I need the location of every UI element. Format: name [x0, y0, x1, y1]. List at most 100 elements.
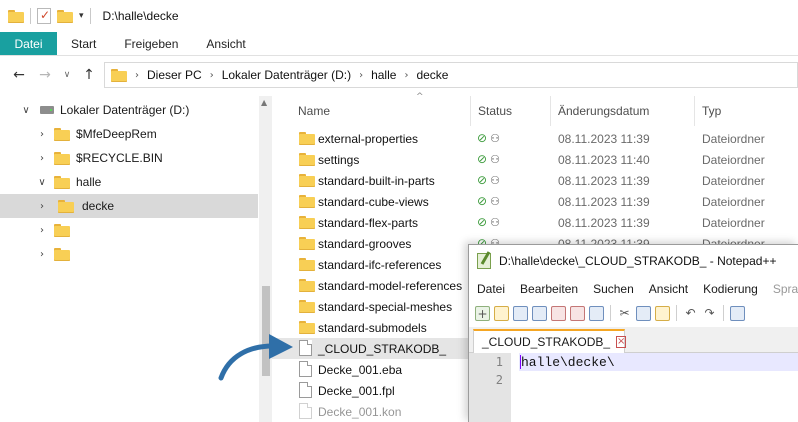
- line-number: 2: [495, 373, 503, 387]
- chevron-right-icon[interactable]: ›: [135, 70, 139, 81]
- notepad-title-bar: D:\halle\decke\_CLOUD_STRAKODB_ - Notepa…: [469, 245, 798, 277]
- tab-datei[interactable]: Datei: [0, 32, 57, 55]
- print-icon[interactable]: [589, 305, 604, 321]
- ribbon-tabs: Datei Start Freigeben Ansicht: [0, 32, 798, 56]
- chevron-right-icon[interactable]: ›: [404, 70, 408, 81]
- file-row[interactable]: standard-cube-views ⊘ ⚇ 08.11.2023 11:39 …: [272, 191, 798, 212]
- file-name: standard-flex-parts: [318, 216, 419, 230]
- menu-sprache[interactable]: Sprac: [773, 282, 798, 296]
- person-icon: ⚇: [490, 195, 500, 208]
- chevron-right-icon[interactable]: ›: [36, 201, 48, 212]
- sync-status: ⊘⚇: [477, 131, 500, 145]
- column-divider[interactable]: [694, 96, 695, 126]
- divider: [610, 305, 611, 321]
- file-row[interactable]: external-properties ⊘ ⚇ 08.11.2023 11:39 …: [272, 128, 798, 149]
- new-file-icon[interactable]: +: [475, 305, 490, 321]
- nav-item-halle[interactable]: ∨ halle: [0, 170, 258, 194]
- new-folder-icon[interactable]: [57, 9, 73, 23]
- chevron-right-icon[interactable]: ›: [36, 249, 48, 260]
- chevron-right-icon[interactable]: ›: [36, 225, 48, 236]
- tab-ansicht[interactable]: Ansicht: [192, 32, 259, 55]
- cut-icon[interactable]: ✂: [617, 306, 632, 321]
- column-header-status[interactable]: Status: [478, 96, 512, 126]
- nav-item-folder[interactable]: ›: [0, 242, 258, 266]
- file-icon: [299, 403, 312, 419]
- scroll-up-icon[interactable]: ▲: [261, 98, 267, 107]
- line-number: 1: [495, 355, 503, 369]
- column-header-name[interactable]: Name: [298, 96, 330, 126]
- paste-icon[interactable]: [655, 305, 670, 321]
- folder-icon: [8, 9, 24, 23]
- redo-icon[interactable]: ↷: [702, 306, 717, 321]
- folder-icon: [299, 195, 315, 208]
- notepad-editor[interactable]: 1 2 halle\decke\: [469, 353, 798, 422]
- save-all-icon[interactable]: [532, 305, 547, 321]
- nav-item-folder[interactable]: ›: [0, 218, 258, 242]
- file-type: Dateiordner: [702, 132, 765, 146]
- menu-datei[interactable]: Datei: [477, 282, 505, 296]
- recent-locations-icon[interactable]: ∨: [58, 70, 76, 80]
- chevron-down-icon[interactable]: ∨: [20, 105, 32, 116]
- tab-freigeben[interactable]: Freigeben: [110, 32, 192, 55]
- nav-item-drive-d[interactable]: ∨ Lokaler Datenträger (D:): [0, 98, 258, 122]
- folder-icon: [299, 258, 315, 271]
- column-divider[interactable]: [550, 96, 551, 126]
- nav-item-recycle-bin[interactable]: › $RECYCLE.BIN: [0, 146, 258, 170]
- tab-label: _CLOUD_STRAKODB_: [482, 335, 611, 349]
- file-name: standard-cube-views: [318, 195, 429, 209]
- forward-arrow-icon[interactable]: →: [32, 67, 58, 83]
- divider: [89, 8, 91, 24]
- drive-icon: [40, 106, 54, 114]
- open-file-icon[interactable]: [494, 305, 509, 321]
- person-icon: ⚇: [490, 216, 500, 229]
- breadcrumb-halle[interactable]: halle: [371, 68, 396, 82]
- text-cursor: [520, 355, 521, 369]
- editor-text[interactable]: halle\decke\: [521, 355, 615, 370]
- folder-icon: [54, 151, 70, 165]
- tab-start[interactable]: Start: [57, 32, 110, 55]
- back-arrow-icon[interactable]: ←: [6, 67, 32, 83]
- column-header-type[interactable]: Typ: [702, 96, 721, 126]
- folder-icon: [299, 321, 315, 334]
- breadcrumb-decke[interactable]: decke: [416, 68, 448, 82]
- nav-item-mfedeeprem[interactable]: › $MfeDeepRem: [0, 122, 258, 146]
- file-name: Decke_001.eba: [318, 363, 403, 377]
- breadcrumb-dieser-pc[interactable]: Dieser PC: [147, 68, 202, 82]
- chevron-right-icon[interactable]: ›: [36, 129, 48, 140]
- close-file-icon[interactable]: [551, 305, 566, 321]
- sync-status: ⊘⚇: [477, 152, 500, 166]
- undo-icon[interactable]: ↶: [683, 306, 698, 321]
- properties-icon[interactable]: [37, 8, 51, 24]
- breadcrumb-drive-d[interactable]: Lokaler Datenträger (D:): [222, 68, 351, 82]
- file-row[interactable]: standard-built-in-parts ⊘ ⚇ 08.11.2023 11…: [272, 170, 798, 191]
- chevron-right-icon[interactable]: ›: [359, 70, 363, 81]
- file-row[interactable]: settings ⊘ ⚇ 08.11.2023 11:40 Dateiordner: [272, 149, 798, 170]
- file-name: standard-special-meshes: [318, 300, 453, 314]
- file-row[interactable]: standard-flex-parts ⊘ ⚇ 08.11.2023 11:39 …: [272, 212, 798, 233]
- close-all-icon[interactable]: [570, 305, 585, 321]
- chevron-right-icon[interactable]: ›: [210, 70, 214, 81]
- divider: [723, 305, 724, 321]
- file-type: Dateiordner: [702, 195, 765, 209]
- chevron-down-icon[interactable]: ∨: [36, 177, 48, 188]
- address-bar[interactable]: › Dieser PC › Lokaler Datenträger (D:) ›…: [104, 62, 798, 88]
- chevron-right-icon[interactable]: ›: [36, 153, 48, 164]
- nav-item-label: $MfeDeepRem: [76, 127, 157, 141]
- nav-item-label: Lokaler Datenträger (D:): [60, 103, 190, 117]
- menu-kodierung[interactable]: Kodierung: [703, 282, 758, 296]
- menu-bearbeiten[interactable]: Bearbeiten: [520, 282, 578, 296]
- nav-item-decke[interactable]: › decke: [0, 194, 258, 218]
- file-type: Dateiordner: [702, 174, 765, 188]
- sync-status: ⊘⚇: [477, 215, 500, 229]
- menu-ansicht[interactable]: Ansicht: [649, 282, 688, 296]
- up-arrow-icon[interactable]: ↑: [76, 67, 102, 83]
- find-icon[interactable]: [730, 305, 745, 321]
- tab-cloud-strakodb[interactable]: _CLOUD_STRAKODB_ ×: [473, 329, 627, 353]
- close-tab-icon[interactable]: ×: [616, 336, 627, 348]
- column-header-date[interactable]: Änderungsdatum: [558, 96, 649, 126]
- copy-icon[interactable]: [636, 305, 651, 321]
- menu-suchen[interactable]: Suchen: [593, 282, 634, 296]
- column-divider[interactable]: [470, 96, 471, 126]
- customize-toolbar-dropdown-icon[interactable]: ▾: [79, 11, 84, 21]
- save-icon[interactable]: [513, 305, 528, 321]
